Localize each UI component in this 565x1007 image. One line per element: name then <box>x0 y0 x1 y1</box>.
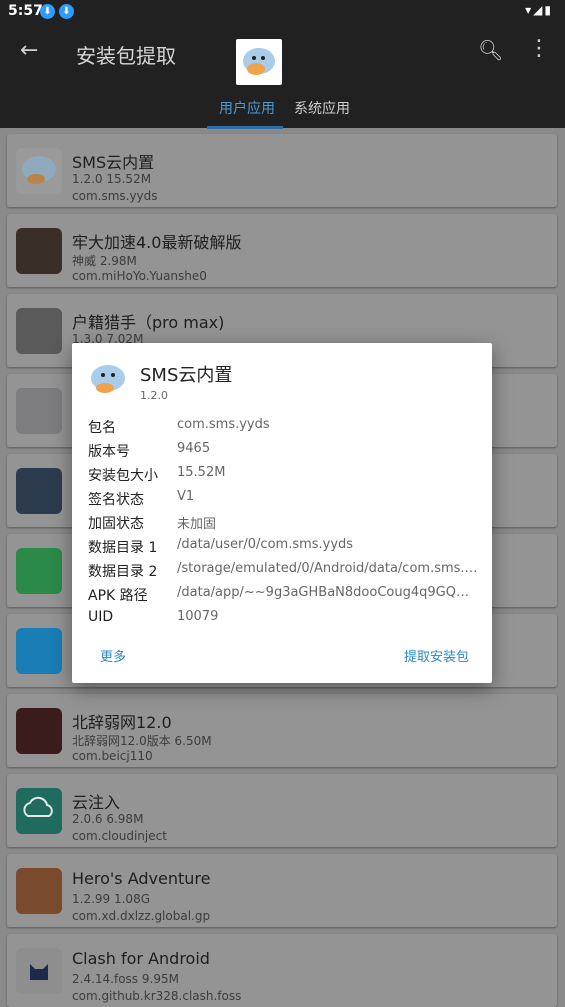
app-icon <box>16 708 62 754</box>
more-vert-icon[interactable]: ⋮ <box>528 36 550 61</box>
status-bar: 5:57 ⬇ ⬇ ▾◢▮ <box>0 0 565 24</box>
app-icon <box>86 358 130 402</box>
info-value: 未加固 <box>177 517 217 532</box>
list-item[interactable]: Clash for Android 2.4.14.foss 9.95M com.… <box>7 934 557 1007</box>
download-icon: ⬇ <box>40 4 55 19</box>
info-key: 版本号 <box>88 444 130 460</box>
app-name: 云注入 <box>72 793 121 812</box>
dialog-app-version: 1.2.0 <box>140 389 168 402</box>
app-icon <box>16 868 62 914</box>
list-item[interactable]: 云注入 2.0.6 6.98M com.cloudinject <box>7 774 557 847</box>
app-icon <box>16 148 62 194</box>
extract-apk-button[interactable]: 提取安装包 <box>404 646 469 665</box>
app-package: com.xd.dxlzz.global.gp <box>72 909 211 923</box>
app-name: 户籍猎手（pro max) <box>72 313 225 332</box>
tab-user-apps[interactable]: 用户应用 <box>219 98 275 118</box>
app-name: Hero's Adventure <box>72 869 211 888</box>
info-key: UID <box>88 609 114 625</box>
app-package: com.sms.yyds <box>72 189 158 203</box>
app-package: com.cloudinject <box>72 829 167 843</box>
info-key: APK 路径 <box>88 588 148 604</box>
app-bar: ← 安装包提取 🔍︎ ⋮ 用户应用 系统应用 <box>0 24 565 129</box>
list-item[interactable]: SMS云内置 1.2.0 15.52M com.sms.yyds <box>7 134 557 207</box>
info-key: 安装包大小 <box>88 468 158 484</box>
info-row: 数据目录 1 /data/user/0/com.sms.yyds <box>88 537 478 559</box>
app-icon <box>16 628 62 674</box>
info-value: 15.52M <box>177 465 226 480</box>
info-value: V1 <box>177 489 195 504</box>
app-info-dialog: SMS云内置 1.2.0 包名 com.sms.yyds 版本号 9465 安装… <box>72 343 492 683</box>
info-row: 安装包大小 15.52M <box>88 465 478 487</box>
info-row: 加固状态 未加固 <box>88 513 478 535</box>
android-icon <box>16 548 62 594</box>
info-key: 数据目录 1 <box>88 540 158 556</box>
info-row: 版本号 9465 <box>88 441 478 463</box>
app-icon <box>16 388 62 434</box>
info-row: UID 10079 <box>88 609 478 631</box>
info-row: 数据目录 2 /storage/emulated/0/Android/data/… <box>88 561 479 583</box>
clash-cat-icon <box>16 948 62 994</box>
info-row: APK 路径 /data/app/~~9g3aGHBaN8dooCoug4q9G… <box>88 585 479 607</box>
app-version: 神威 2.98M <box>72 254 137 268</box>
app-name: Clash for Android <box>72 949 210 968</box>
app-version: 1.2.0 15.52M <box>72 172 152 186</box>
app-name: 北辞弱网12.0 <box>72 713 172 732</box>
app-version: 2.0.6 6.98M <box>72 812 144 826</box>
more-button[interactable]: 更多 <box>100 646 126 665</box>
list-item[interactable]: 牢大加速4.0最新破解版 神威 2.98M com.miHoYo.Yuanshe… <box>7 214 557 287</box>
info-value: 10079 <box>177 609 219 624</box>
page-title: 安装包提取 <box>76 44 176 68</box>
tab-indicator <box>207 126 283 129</box>
status-time: 5:57 <box>8 3 43 19</box>
app-icon <box>16 228 62 274</box>
info-value: 9465 <box>177 441 211 456</box>
list-item[interactable]: 北辞弱网12.0 北辞弱网12.0版本 6.50M com.beicj110 <box>7 694 557 767</box>
list-item[interactable]: Hero's Adventure 1.2.99 1.08G com.xd.dxl… <box>7 854 557 927</box>
app-name: SMS云内置 <box>72 153 155 172</box>
info-row: 包名 com.sms.yyds <box>88 417 478 439</box>
search-icon[interactable]: 🔍︎ <box>478 38 503 62</box>
info-key: 加固状态 <box>88 516 144 532</box>
back-arrow-icon[interactable]: ← <box>20 38 38 63</box>
status-icons: ▾◢▮ <box>525 3 553 17</box>
info-value: /data/user/0/com.sms.yyds <box>177 537 354 552</box>
cloud-inject-icon <box>16 788 62 834</box>
app-name: 牢大加速4.0最新破解版 <box>72 233 242 252</box>
info-key: 数据目录 2 <box>88 564 158 580</box>
app-version: 2.4.14.foss 9.95M <box>72 972 179 986</box>
tab-bar: 用户应用 系统应用 <box>0 90 565 129</box>
app-version: 北辞弱网12.0版本 6.50M <box>72 734 212 748</box>
app-icon <box>16 308 62 354</box>
app-logo-icon <box>236 39 282 85</box>
info-value: com.sms.yyds <box>177 417 270 432</box>
app-version: 1.2.99 1.08G <box>72 892 150 906</box>
app-icon <box>16 468 62 514</box>
app-package: com.beicj110 <box>72 749 153 763</box>
tab-system-apps[interactable]: 系统应用 <box>294 98 350 118</box>
info-value: /storage/emulated/0/Android/data/com.sms… <box>177 561 479 576</box>
app-package: com.github.kr328.clash.foss <box>72 989 242 1003</box>
download-icon: ⬇ <box>59 4 74 19</box>
app-package: com.miHoYo.Yuanshe0 <box>72 269 207 283</box>
info-row: 签名状态 V1 <box>88 489 478 511</box>
info-key: 签名状态 <box>88 492 144 508</box>
info-key: 包名 <box>88 420 116 436</box>
dialog-app-name: SMS云内置 <box>140 365 233 386</box>
info-value: /data/app/~~9g3aGHBaN8dooCoug4q9GQ==/com… <box>177 585 479 600</box>
